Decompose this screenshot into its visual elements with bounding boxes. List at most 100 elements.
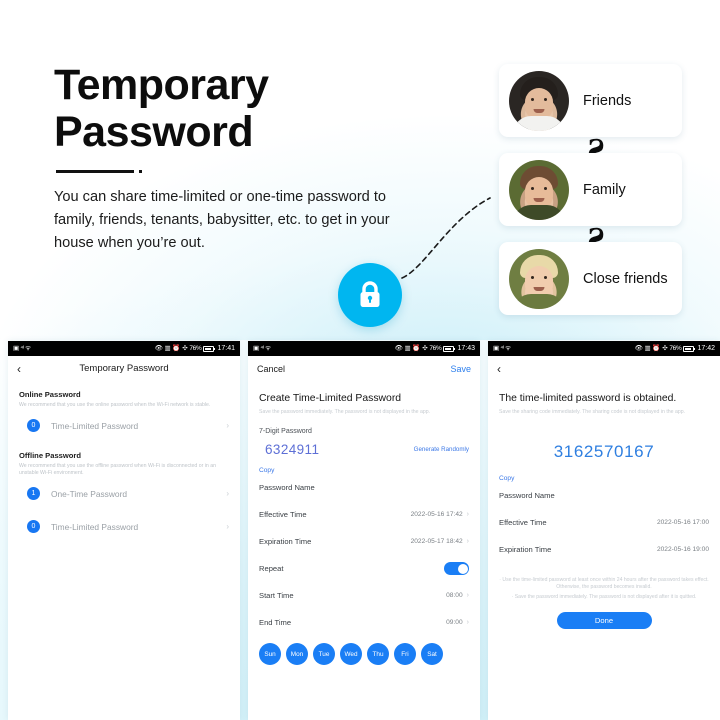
row-label: Password Name xyxy=(499,491,555,501)
day-chip-fri[interactable]: Fri xyxy=(394,643,416,666)
repeat-toggle[interactable] xyxy=(444,562,469,576)
alarm-icon: ⏰ xyxy=(412,345,421,352)
badge-icon: 0 xyxy=(27,520,40,533)
section-description-online: We recommend that you use the online pas… xyxy=(19,402,211,408)
phone1-content: Online Password We recommend that you us… xyxy=(8,390,240,543)
sim-icon: ▥ xyxy=(404,345,411,352)
avatar-shoulders xyxy=(513,204,565,220)
page-title-line2: Password xyxy=(54,108,254,156)
day-chip-mon[interactable]: Mon xyxy=(286,643,308,666)
row-start-time[interactable]: Start Time 08:00 › xyxy=(259,582,469,609)
avatar-eye-left xyxy=(531,186,534,190)
nav-bar: ‹ xyxy=(488,356,720,381)
phone-screen-create-password: ▣ ⁴ᴵ ᯤ 👁 ▥ ⏰ ✣ 76% 17:43 Cancel Save Cre… xyxy=(248,341,480,720)
section-description-offline: We recommend that you use the offline pa… xyxy=(19,463,217,476)
avatar-eye-left xyxy=(531,275,534,279)
row-value: 08:00 xyxy=(446,592,463,600)
phone2-content: Create Time-Limited Password Save the pa… xyxy=(248,393,480,666)
contact-label: Friends xyxy=(583,92,632,109)
row-repeat[interactable]: Repeat xyxy=(259,555,469,582)
day-chip-tue[interactable]: Tue xyxy=(313,643,335,666)
row-end-time[interactable]: End Time 09:00 › xyxy=(259,609,469,636)
status-bar-left: ▣ ⁴ᴵ ᯤ xyxy=(493,345,511,352)
phone-screen-temporary-password: ▣ ⁴ᴵ ᯤ 👁 ▥ ⏰ ✣ 76% 17:41 ‹ Temporary Pas… xyxy=(8,341,240,720)
sim-icon: ▥ xyxy=(164,345,171,352)
status-bar-left: ▣ ⁴ᴵ ᯤ xyxy=(253,345,271,352)
contact-label: Close friends xyxy=(583,270,668,287)
avatar-shoulders xyxy=(513,293,565,309)
day-chip-thu[interactable]: Thu xyxy=(367,643,389,666)
avatar-eye-right xyxy=(544,186,547,190)
status-time: 17:43 xyxy=(457,345,475,352)
day-chip-sat[interactable]: Sat xyxy=(421,643,443,666)
row-password-name[interactable]: Password Name xyxy=(259,474,469,501)
avatar xyxy=(509,159,569,220)
row-label: Effective Time xyxy=(259,510,307,520)
contact-card-close-friends[interactable]: Close friends xyxy=(499,242,682,315)
chevron-right-icon: › xyxy=(466,619,469,627)
avatar-eye-left xyxy=(531,97,534,101)
password-field-label: 7-Digit Password xyxy=(259,428,312,436)
chevron-right-icon: › xyxy=(226,489,229,498)
list-item-offline-time-limited[interactable]: 0 Time-Limited Password › xyxy=(19,510,229,543)
list-item-label: Time-Limited Password xyxy=(51,420,139,431)
avatar xyxy=(509,70,569,131)
day-selector: Sun Mon Tue Wed Thu Fri Sat xyxy=(259,643,469,666)
row-label: Repeat xyxy=(259,564,284,574)
chevron-right-icon: › xyxy=(226,421,229,430)
battery-icon xyxy=(203,345,216,352)
row-expiration-time[interactable]: Expiration Time 2022-05-17 18:42 › xyxy=(259,528,469,555)
nav-bar: ‹ Temporary Password xyxy=(8,356,240,381)
avatar-shoulders xyxy=(513,115,565,131)
eye-icon: 👁 xyxy=(634,345,643,352)
password-value: 6324911 xyxy=(265,442,320,458)
screen-note: Save the password immediately. The passw… xyxy=(259,409,431,415)
generate-randomly-button[interactable]: Generate Randomly xyxy=(414,446,469,453)
nav-bar: Cancel Save xyxy=(248,356,480,381)
legal-note-1: · Use the time-limited password at least… xyxy=(499,577,709,591)
phone3-content: The time-limited password is obtained. S… xyxy=(488,393,720,629)
row-expiration-time: Expiration Time 2022-05-16 19:00 xyxy=(499,536,709,563)
done-button[interactable]: Done xyxy=(556,611,652,629)
copy-button[interactable]: Copy xyxy=(259,467,469,474)
signal-icon: ▣ ⁴ᴵ ᯤ xyxy=(13,345,31,352)
day-chip-sun[interactable]: Sun xyxy=(259,643,281,666)
row-label: Expiration Time xyxy=(499,545,552,555)
list-item-one-time[interactable]: 1 One-Time Password › xyxy=(19,477,229,510)
password-row: 6324911 Generate Randomly xyxy=(259,442,469,457)
screen-title: Temporary Password xyxy=(79,363,169,374)
avatar xyxy=(509,248,569,309)
eye-icon: 👁 xyxy=(394,345,403,352)
status-bar-right: 👁 ▥ ⏰ ✣ 76% 17:42 xyxy=(635,345,715,352)
status-time: 17:42 xyxy=(697,345,715,352)
eye-icon: 👁 xyxy=(154,345,163,352)
day-chip-wed[interactable]: Wed xyxy=(340,643,362,666)
status-bar-right: 👁 ▥ ⏰ ✣ 76% 17:43 xyxy=(395,345,475,352)
signal-icon: ▣ ⁴ᴵ ᯤ xyxy=(253,345,271,352)
avatar-eye-right xyxy=(544,97,547,101)
status-bar: ▣ ⁴ᴵ ᯤ 👁 ▥ ⏰ ✣ 76% 17:43 xyxy=(248,341,480,356)
list-item-online-time-limited[interactable]: 0 Time-Limited Password › xyxy=(19,409,229,442)
badge-icon: 0 xyxy=(27,419,40,432)
screen-note: Save the sharing code immediately. The s… xyxy=(499,409,686,415)
password-code: 3162570167 xyxy=(553,442,655,462)
signal-icon: ▣ ⁴ᴵ ᯤ xyxy=(493,345,511,352)
copy-button[interactable]: Copy xyxy=(499,475,709,482)
divider-dot xyxy=(139,170,142,173)
row-label: Effective Time xyxy=(499,518,547,528)
contact-card-family[interactable]: Family Ƨ xyxy=(499,153,682,256)
chevron-left-icon[interactable]: ‹ xyxy=(497,363,501,375)
save-button[interactable]: Save xyxy=(450,364,471,374)
contact-card-friends[interactable]: Friends Ƨ xyxy=(499,64,682,167)
avatar-eye-right xyxy=(544,275,547,279)
row-effective-time[interactable]: Effective Time 2022-05-16 17:42 › xyxy=(259,501,469,528)
cancel-button[interactable]: Cancel xyxy=(257,364,285,374)
screen-title: Create Time-Limited Password xyxy=(259,393,402,404)
bluetooth-icon: ✣ xyxy=(662,345,668,352)
status-bar: ▣ ⁴ᴵ ᯤ 👁 ▥ ⏰ ✣ 76% 17:42 xyxy=(488,341,720,356)
status-bar-right: 👁 ▥ ⏰ ✣ 76% 17:41 xyxy=(155,345,235,352)
row-value: 09:00 xyxy=(446,619,463,627)
contact-label: Family xyxy=(583,181,626,198)
section-heading-online: Online Password xyxy=(19,390,81,399)
status-bar: ▣ ⁴ᴵ ᯤ 👁 ▥ ⏰ ✣ 76% 17:41 xyxy=(8,341,240,356)
